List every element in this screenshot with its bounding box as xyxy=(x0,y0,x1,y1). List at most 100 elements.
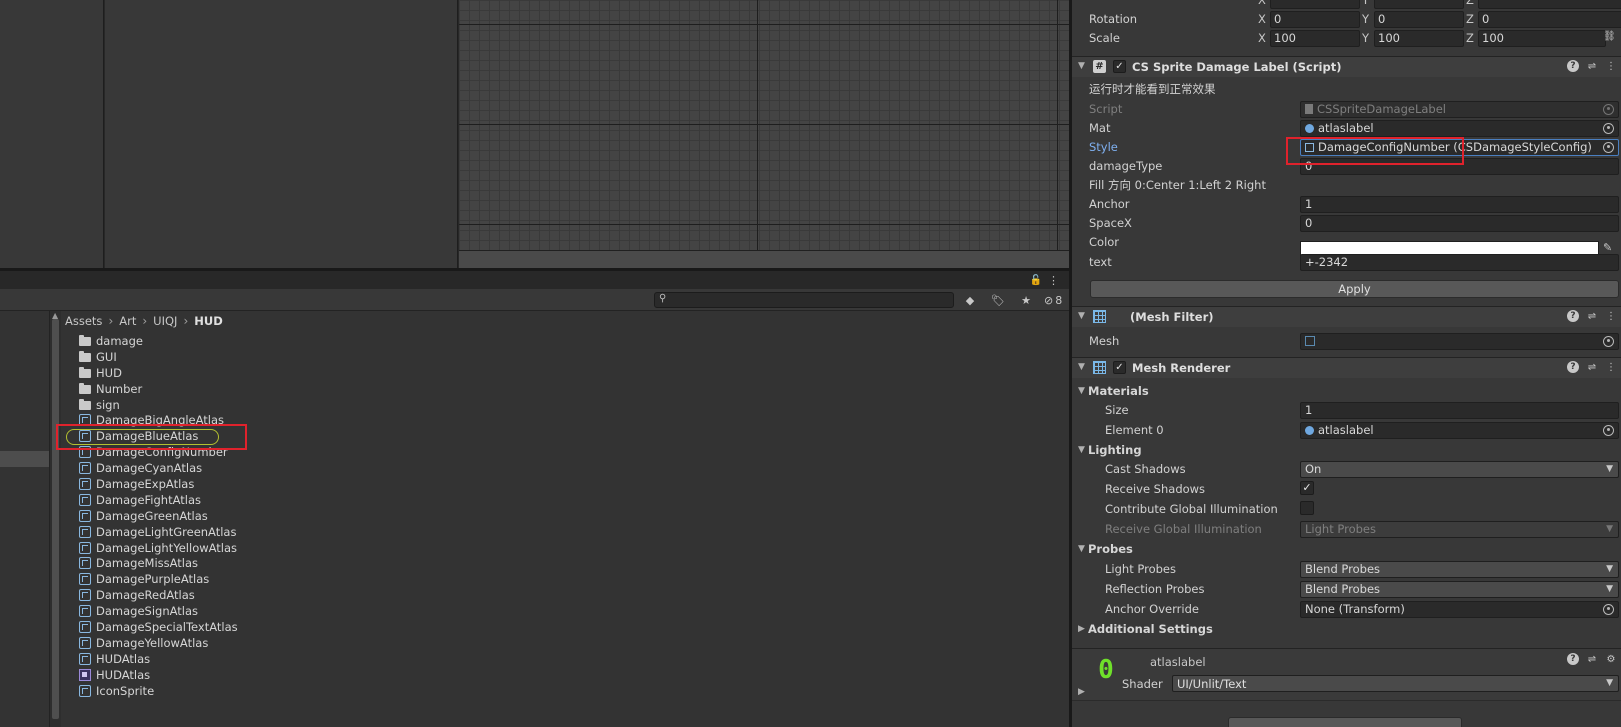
favorite-star-icon[interactable]: ★ xyxy=(1016,292,1036,308)
asset-item[interactable]: DamageFightAtlas xyxy=(79,492,238,508)
rotation-y[interactable]: 0 xyxy=(1374,10,1464,28)
asset-item[interactable]: DamageMissAtlas xyxy=(79,555,238,571)
lock-icon[interactable]: 🔓 xyxy=(1030,275,1042,286)
asset-item[interactable]: GUI xyxy=(79,349,238,365)
chevron-right-icon: › xyxy=(183,314,189,328)
prefab-icon xyxy=(79,462,91,475)
presets-icon[interactable]: ⇌ xyxy=(1586,653,1598,665)
element0-field[interactable]: atlaslabel xyxy=(1300,421,1619,439)
asset-item[interactable]: DamagePurpleAtlas xyxy=(79,571,238,587)
asset-item[interactable]: DamageYellowAtlas xyxy=(79,635,238,651)
scale-x[interactable]: 100 xyxy=(1270,29,1360,47)
fill-note: Fill 方向 0:Center 1:Left 2 Right xyxy=(1089,178,1266,192)
constrain-link-icon[interactable]: ⛓ xyxy=(1603,31,1616,42)
receive-shadows-checkbox[interactable]: ✓ xyxy=(1300,481,1314,495)
reflection-probes-dropdown[interactable]: Blend Probes ▼ xyxy=(1300,580,1619,598)
anchor-field[interactable]: 1 xyxy=(1300,195,1619,213)
project-search-input[interactable]: ⚲ xyxy=(654,292,954,308)
breadcrumb-item[interactable]: UIQJ xyxy=(153,314,177,328)
breadcrumb-item[interactable]: Art xyxy=(119,314,136,328)
contribute-gi-checkbox[interactable] xyxy=(1300,501,1314,515)
reflection-probes-row: Reflection Probes Blend Probes ▼ xyxy=(1072,579,1621,599)
help-icon[interactable]: ? xyxy=(1567,653,1579,665)
asset-item[interactable]: Number xyxy=(79,381,238,397)
rotation-z[interactable]: 0 xyxy=(1478,10,1621,28)
asset-item[interactable]: IconSprite xyxy=(79,683,238,699)
mesh-filter-component-header[interactable]: ▼ (Mesh Filter) ? ⇌ ⋮ xyxy=(1072,306,1621,327)
spacex-field[interactable]: 0 xyxy=(1300,214,1619,232)
asset-item[interactable]: damage xyxy=(79,333,238,349)
anchor-override-field[interactable]: None (Transform) xyxy=(1300,600,1619,618)
foldout-arrow-icon[interactable]: ▼ xyxy=(1078,61,1085,71)
asset-item[interactable]: DamageExpAtlas xyxy=(79,476,238,492)
tree-selected-row[interactable] xyxy=(0,451,49,467)
scale-y[interactable]: 100 xyxy=(1374,29,1464,47)
more-options-icon[interactable]: ⋮ xyxy=(1048,274,1059,287)
more-options-icon[interactable]: ⋮ xyxy=(1605,361,1617,373)
position-x[interactable] xyxy=(1270,0,1360,9)
filter-by-type-icon[interactable]: ◆ xyxy=(960,292,980,308)
text-field[interactable]: +-2342 xyxy=(1300,253,1619,271)
breadcrumb-item[interactable]: HUD xyxy=(194,314,223,328)
presets-icon[interactable]: ⇌ xyxy=(1586,310,1598,322)
mesh-renderer-component-header[interactable]: ▼ ✓ Mesh Renderer ? ⇌ ⋮ xyxy=(1072,357,1621,378)
position-y[interactable] xyxy=(1374,0,1464,9)
asset-item[interactable]: HUDAtlas xyxy=(79,667,238,683)
mat-field[interactable]: atlaslabel xyxy=(1300,119,1619,137)
tree-scrollbar[interactable]: ▲ xyxy=(49,311,61,727)
foldout-arrow-icon[interactable]: ▼ xyxy=(1078,362,1085,372)
prefab-icon xyxy=(79,493,91,506)
component-enabled-checkbox[interactable]: ✓ xyxy=(1113,361,1126,374)
object-picker-icon[interactable] xyxy=(1603,122,1614,134)
filter-by-label-icon[interactable]: 🏷 xyxy=(988,292,1008,308)
damage-label-component-header[interactable]: ▼ # ✓ CS Sprite Damage Label (Script) ? … xyxy=(1072,56,1621,77)
apply-button[interactable]: Apply xyxy=(1090,280,1619,298)
shader-dropdown[interactable]: UI/Unlit/Text ▼ xyxy=(1172,675,1619,692)
cast-shadows-dropdown[interactable]: On ▼ xyxy=(1300,460,1619,478)
foldout-arrow-icon[interactable]: ▼ xyxy=(1078,311,1085,321)
asset-item[interactable]: DamageRedAtlas xyxy=(79,587,238,603)
gear-icon[interactable]: ⚙ xyxy=(1605,653,1617,665)
asset-item[interactable]: DamageCyanAtlas xyxy=(79,460,238,476)
asset-item[interactable]: HUDAtlas xyxy=(79,651,238,667)
foldout-arrow-icon[interactable]: ▼ xyxy=(1078,386,1085,396)
size-field[interactable]: 1 xyxy=(1300,401,1619,419)
project-tab-bar: 🔓 ⋮ xyxy=(0,271,1069,289)
object-picker-icon[interactable] xyxy=(1603,424,1614,436)
asset-item[interactable]: DamageSpecialTextAtlas xyxy=(79,619,238,635)
scene-view[interactable] xyxy=(459,0,1069,250)
asset-item[interactable]: HUD xyxy=(79,365,238,381)
help-icon[interactable]: ? xyxy=(1567,361,1579,373)
add-component-button[interactable] xyxy=(1228,717,1462,727)
foldout-arrow-icon[interactable]: ▶ xyxy=(1078,624,1085,634)
component-enabled-checkbox[interactable]: ✓ xyxy=(1113,60,1126,73)
object-picker-icon[interactable] xyxy=(1603,335,1614,347)
more-options-icon[interactable]: ⋮ xyxy=(1605,60,1617,72)
asset-item[interactable]: DamageLightYellowAtlas xyxy=(79,540,238,556)
help-icon[interactable]: ? xyxy=(1567,310,1579,322)
mesh-field[interactable] xyxy=(1300,332,1619,350)
help-icon[interactable]: ? xyxy=(1567,60,1579,72)
hidden-packages-icon[interactable]: ⊘ 8 xyxy=(1044,292,1062,308)
position-z[interactable] xyxy=(1478,0,1621,9)
foldout-arrow-icon[interactable]: ▼ xyxy=(1078,445,1085,455)
project-folder-tree[interactable] xyxy=(0,311,49,727)
rotation-x[interactable]: 0 xyxy=(1270,10,1360,28)
asset-item[interactable]: sign xyxy=(79,397,238,413)
presets-icon[interactable]: ⇌ xyxy=(1586,361,1598,373)
foldout-arrow-icon[interactable]: ▶ xyxy=(1078,687,1085,697)
foldout-arrow-icon[interactable]: ▼ xyxy=(1078,544,1085,554)
asset-item[interactable]: DamageGreenAtlas xyxy=(79,508,238,524)
scrollbar-thumb[interactable] xyxy=(52,319,59,719)
presets-icon[interactable]: ⇌ xyxy=(1586,60,1598,72)
scale-z[interactable]: 100 xyxy=(1478,29,1606,47)
asset-item[interactable]: DamageLightGreenAtlas xyxy=(79,524,238,540)
object-picker-icon[interactable] xyxy=(1603,603,1614,615)
light-probes-dropdown[interactable]: Blend Probes ▼ xyxy=(1300,560,1619,578)
asset-item[interactable]: DamageSignAtlas xyxy=(79,603,238,619)
breadcrumb-item[interactable]: Assets xyxy=(65,314,102,328)
material-name: atlaslabel xyxy=(1150,655,1206,669)
more-options-icon[interactable]: ⋮ xyxy=(1605,310,1617,322)
object-picker-icon[interactable] xyxy=(1603,141,1614,153)
project-assets-pane: Assets › Art › UIQJ › HUD damage GUI HUD Number si… xyxy=(61,311,1069,727)
